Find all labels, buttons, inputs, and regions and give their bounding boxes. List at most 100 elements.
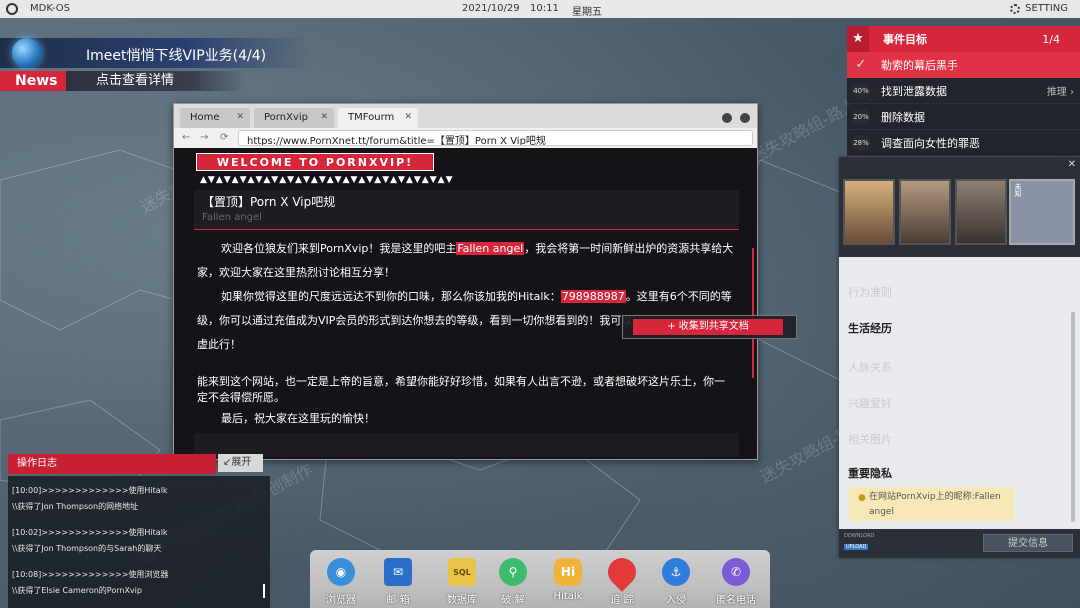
secret-text: 在网站PornXvip上的昵称:Fallen angel bbox=[869, 492, 1001, 517]
goals-count: 1/4 bbox=[1042, 32, 1060, 46]
goal-item[interactable]: 40% 找到泄露数据 推理 › bbox=[847, 78, 1080, 104]
panel-scrollbar[interactable] bbox=[1071, 312, 1075, 522]
forum-page: WELCOME TO PORNXVIP! ▲▼▲▼▲▼▲▼▲▼▲▼▲▼▲▼▲▼▲… bbox=[174, 148, 757, 459]
lock-icon: ⚲ bbox=[499, 558, 527, 586]
section-life[interactable]: 生活经历 bbox=[848, 320, 892, 336]
setting-button[interactable]: SETTING bbox=[1010, 3, 1068, 14]
reply-strip bbox=[194, 433, 739, 457]
section-hobby[interactable]: 兴趣爱好 bbox=[848, 395, 892, 411]
dock-mail[interactable]: ✉ 邮 箱 bbox=[372, 558, 424, 606]
dock-crack[interactable]: ⚲ 破 解 bbox=[487, 558, 539, 606]
goal-item[interactable]: 20% 删除数据 bbox=[847, 104, 1080, 130]
log-line: \\获得了Jon Thompson的与Sarah的聊天 bbox=[12, 544, 162, 553]
collect-to-doc-button[interactable]: + 收集到共享文档 bbox=[633, 319, 783, 335]
close-icon[interactable]: ✕ bbox=[320, 112, 328, 122]
dock-anon-phone[interactable]: ✆ 匿名电话 bbox=[710, 558, 762, 606]
page-scrollbar[interactable] bbox=[752, 248, 754, 378]
globe-icon bbox=[12, 38, 42, 68]
address-bar: ← → ⟳ https://www.PornXnet.tt/forum&titl… bbox=[174, 128, 757, 148]
download-label: DOWNLOAD bbox=[844, 533, 875, 539]
bullet-icon: ● bbox=[858, 493, 866, 503]
globe-icon: ◉ bbox=[327, 558, 355, 586]
goal-progress: 40% bbox=[851, 82, 871, 99]
portrait-avatar[interactable] bbox=[899, 179, 951, 245]
post-paragraph: 欢迎各位狼友们来到PornXvip！我是这里的吧主Fallen angel，我会… bbox=[197, 240, 733, 258]
dock-label: 邮 箱 bbox=[386, 595, 410, 606]
log-line: \\获得了Elsie Cameron的PornXvip bbox=[12, 586, 142, 595]
post-paragraph: 家，欢迎大家在这里热烈讨论相互分享！ bbox=[197, 266, 395, 279]
highlight-nickname[interactable]: Fallen angel bbox=[456, 242, 525, 255]
tab-home[interactable]: Home ✕ bbox=[180, 108, 250, 128]
close-icon[interactable]: ✕ bbox=[404, 112, 412, 122]
minimize-icon[interactable] bbox=[722, 113, 732, 123]
section-basic[interactable]: 行为准则 bbox=[848, 284, 892, 300]
goals-header: ★ 事件目标 1/4 bbox=[847, 26, 1080, 52]
clock-day: 星期五 bbox=[572, 7, 602, 18]
post-paragraph: 虚此行！ bbox=[197, 338, 241, 351]
expand-log-button[interactable]: ↙展开 bbox=[218, 454, 263, 472]
forward-icon[interactable]: → bbox=[200, 132, 208, 143]
dock-hitalk[interactable]: Hi Hitalk bbox=[542, 558, 594, 602]
context-menu: + 收集到共享文档 bbox=[622, 315, 797, 339]
dock-label: 入侵 bbox=[666, 595, 686, 606]
text-segment: 。这里有6个不同的等 bbox=[625, 290, 732, 303]
url-input[interactable]: https://www.PornXnet.tt/forum&title=【置顶】… bbox=[238, 130, 753, 146]
reload-icon[interactable]: ⟳ bbox=[220, 132, 228, 143]
post-author[interactable]: Fallen angel bbox=[202, 212, 262, 223]
unknown-tag: 未知 bbox=[1014, 183, 1022, 197]
submit-info-button[interactable]: 提交信息 bbox=[983, 534, 1073, 552]
close-window-icon[interactable] bbox=[740, 113, 750, 123]
os-logo-icon bbox=[6, 3, 18, 15]
unknown-avatar[interactable]: 未知 bbox=[1009, 179, 1075, 245]
tab-label: PornXvip bbox=[264, 112, 308, 123]
gear-icon bbox=[1010, 3, 1021, 14]
dock-label: 破 解 bbox=[501, 595, 525, 606]
dock-label: 追 踪 bbox=[610, 595, 634, 606]
post-paragraph: 如果你觉得这里的尺度远远达不到你的口味，那么你该加我的Hitalk：798988… bbox=[197, 288, 732, 306]
section-photos[interactable]: 相关图片 bbox=[848, 431, 892, 447]
close-icon[interactable]: ✕ bbox=[1068, 159, 1076, 170]
hook-icon: ⚓ bbox=[662, 558, 690, 586]
dock-browser[interactable]: ◉ 浏览器 bbox=[315, 558, 367, 606]
section-secret[interactable]: 重要隐私 bbox=[848, 465, 892, 481]
tab-pornxvip[interactable]: PornXvip ✕ bbox=[254, 108, 334, 128]
panel-footer: DOWNLOAD UPLOAD 提交信息 bbox=[839, 529, 1080, 558]
news-tag: News bbox=[0, 71, 70, 91]
section-relations[interactable]: 人脉关系 bbox=[848, 359, 892, 375]
text-segment: 欢迎各位狼友们来到PornXvip！我是这里的吧主 bbox=[221, 242, 457, 255]
clock-date: 2021/10/29 bbox=[462, 3, 520, 14]
dock-trace[interactable]: 追 踪 bbox=[596, 552, 648, 606]
portrait-avatar[interactable] bbox=[955, 179, 1007, 245]
browser-window: Home ✕ PornXvip ✕ TMFourm ✕ ← → ⟳ https:… bbox=[173, 103, 758, 460]
goal-label: 勒索的幕后黑手 bbox=[881, 58, 958, 72]
dock-label: Hitalk bbox=[553, 591, 583, 602]
log-scroll-caret[interactable] bbox=[263, 584, 265, 598]
portrait-strip: ✕ 未知 bbox=[839, 157, 1080, 257]
news-detail-link[interactable]: 点击查看详情 bbox=[66, 71, 246, 91]
reasoning-link[interactable]: 推理 › bbox=[1047, 83, 1074, 98]
chat-icon: Hi bbox=[554, 558, 582, 586]
setting-label: SETTING bbox=[1025, 3, 1068, 14]
tab-tmfourm[interactable]: TMFourm ✕ bbox=[338, 108, 418, 128]
system-topbar: MDK-OS 2021/10/29 10:11 星期五 SETTING bbox=[0, 0, 1080, 18]
portrait-avatar[interactable] bbox=[843, 179, 895, 245]
highlight-hitalk-id[interactable]: 798988987 bbox=[560, 290, 626, 303]
goal-item[interactable]: ✓ 勒索的幕后黑手 bbox=[847, 52, 1080, 78]
news-title[interactable]: Imeet悄悄下线VIP业务(4/4) bbox=[86, 45, 266, 65]
goal-progress: 20% bbox=[851, 108, 871, 125]
log-line: [10:02]>>>>>>>>>>>>>使用Hitalk bbox=[12, 528, 168, 537]
back-icon[interactable]: ← bbox=[182, 132, 190, 143]
goal-item[interactable]: 28% 调查面向女性的罪恶 bbox=[847, 130, 1080, 156]
close-icon[interactable]: ✕ bbox=[236, 112, 244, 122]
dock-database[interactable]: SQL 数据库 bbox=[436, 558, 488, 606]
goal-label: 调查面向女性的罪恶 bbox=[881, 136, 980, 150]
forum-banner: WELCOME TO PORNXVIP! bbox=[196, 153, 434, 171]
post-paragraph: 定不会得偿所愿。 bbox=[197, 391, 285, 404]
operation-log: [10:00]>>>>>>>>>>>>>使用Hitalk \\获得了Jon Th… bbox=[8, 476, 270, 608]
tab-bar: Home ✕ PornXvip ✕ TMFourm ✕ bbox=[174, 108, 757, 128]
os-name: MDK-OS bbox=[30, 3, 70, 14]
tab-label: TMFourm bbox=[348, 112, 395, 123]
secret-card[interactable]: ● 在网站PornXvip上的昵称:Fallen angel bbox=[849, 487, 1014, 521]
goal-label: 删除数据 bbox=[881, 110, 925, 124]
dock-intrude[interactable]: ⚓ 入侵 bbox=[650, 558, 702, 606]
